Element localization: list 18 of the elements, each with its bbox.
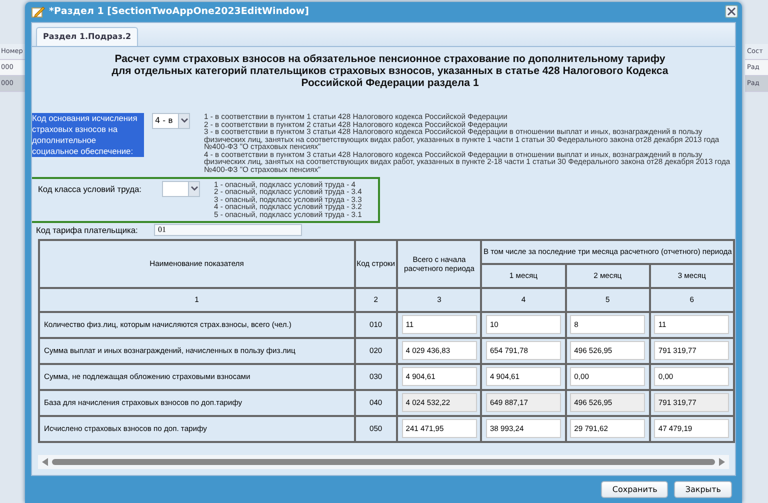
chevron-down-icon bbox=[188, 182, 199, 196]
dropdown[interactable]: 4 - в bbox=[152, 112, 190, 129]
window-title: *Раздел 1 [SectionTwoAppOne2023EditWindow] bbox=[49, 6, 310, 18]
dropdown[interactable] bbox=[162, 180, 200, 197]
triangle-left-icon[interactable] bbox=[42, 458, 48, 466]
close-button[interactable] bbox=[725, 5, 738, 18]
scrollbar-thumb[interactable] bbox=[52, 459, 715, 465]
field-label: Код основания исчисления страховых взносов на дополнительное социальное обеспечение: bbox=[32, 112, 144, 157]
field-label: Код класса условий труда: bbox=[38, 182, 142, 194]
triangle-right-icon[interactable] bbox=[719, 458, 725, 466]
field-label: Код тарифа плательщика: bbox=[36, 224, 139, 235]
footer-button[interactable]: Закрыть bbox=[674, 481, 732, 498]
form-title: Расчет сумм страховых взносов на обязательное пенсионное страхование по дополнительному тарифу для отдельных категорий плательщиков страховых взносов, указанных в статье 428 Налогового Кодекса Российской Федерации раздела 1 bbox=[110, 52, 670, 89]
chevron-down-icon bbox=[178, 114, 189, 128]
pencil-icon bbox=[31, 6, 45, 18]
tab[interactable]: Раздел 1.Подраз.2 bbox=[36, 26, 138, 46]
footer-button[interactable]: Сохранить bbox=[601, 481, 668, 498]
text-field[interactable]: 01 bbox=[154, 224, 302, 236]
